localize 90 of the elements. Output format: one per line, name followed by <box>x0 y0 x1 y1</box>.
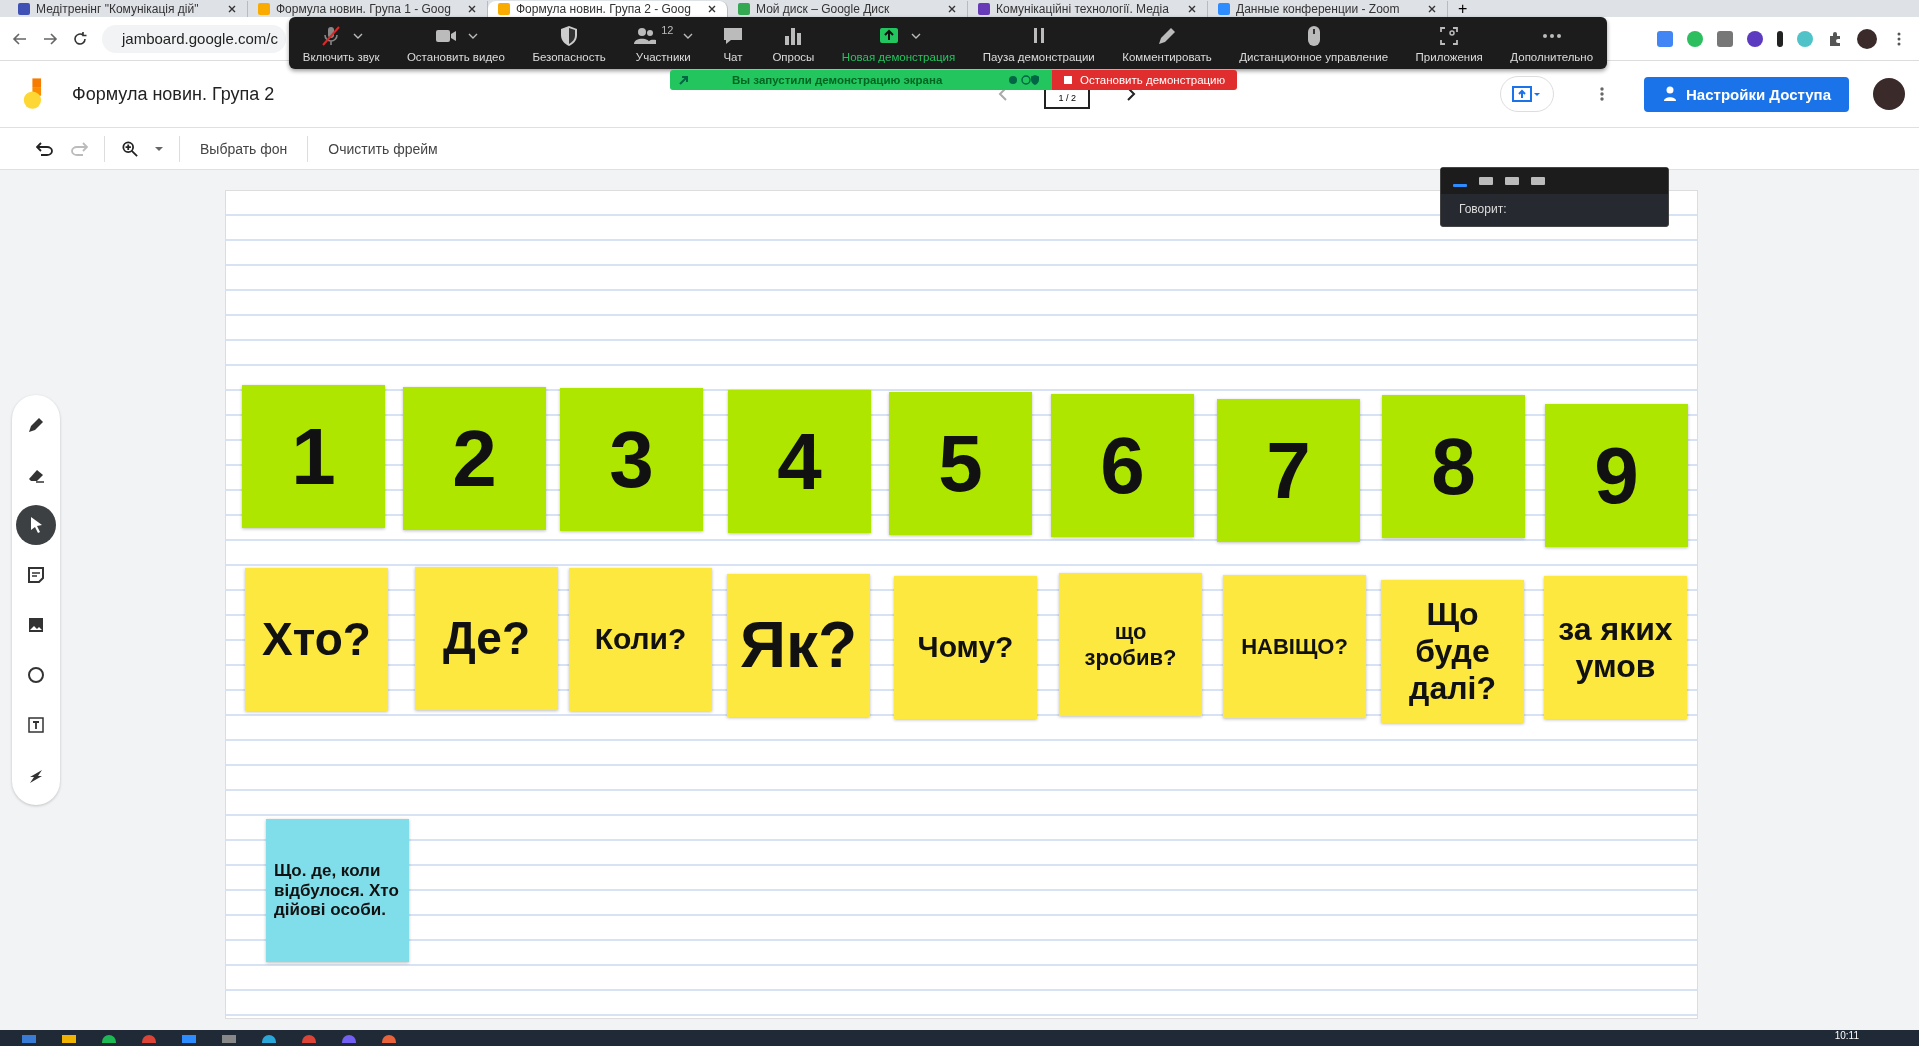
speaker-label: Говорит: <box>1458 201 1508 216</box>
meeting-control[interactable]: Чат <box>720 23 745 63</box>
taskbar-app-icon[interactable] <box>342 1035 356 1043</box>
favicon-icon <box>738 3 750 15</box>
sticky-note[interactable]: Як? <box>727 574 870 717</box>
sticky-note[interactable]: Що. де, коли відбулося. Хто дійові особи. <box>266 819 409 962</box>
extension-icon[interactable] <box>1747 30 1763 47</box>
sticky-note[interactable]: Коли? <box>569 568 712 711</box>
address-field[interactable]: jamboard.google.com/c <box>102 24 286 53</box>
caret-icon[interactable] <box>910 32 921 39</box>
stop-icon <box>1064 76 1072 84</box>
close-icon[interactable] <box>1187 4 1197 14</box>
sticky-note[interactable]: НАВІЩО? <box>1223 575 1366 718</box>
close-icon[interactable] <box>227 4 237 14</box>
arrow-icon <box>678 74 690 86</box>
avatar[interactable] <box>1857 28 1877 49</box>
sticky-note[interactable]: за яких умов <box>1544 576 1687 719</box>
favicon-icon <box>978 3 990 15</box>
taskbar-app-icon[interactable] <box>102 1035 116 1043</box>
meeting-control[interactable]: Опросы <box>772 23 815 63</box>
sticky-note[interactable]: 2 <box>403 387 546 530</box>
meeting-control[interactable]: 12 Участники <box>633 23 694 63</box>
favicon-icon <box>18 3 30 15</box>
sticky-note[interactable]: Чому? <box>894 576 1037 719</box>
more-icon <box>1541 32 1562 39</box>
sticky-note[interactable]: Хто? <box>245 568 388 711</box>
caret-icon[interactable] <box>353 32 364 39</box>
share-button[interactable]: Настройки Доступа <box>1644 76 1849 112</box>
sticky-note[interactable]: 5 <box>889 392 1032 535</box>
close-icon[interactable] <box>707 4 717 14</box>
favicon-icon <box>498 3 510 15</box>
sticky-note[interactable]: 6 <box>1051 394 1194 537</box>
meeting-control[interactable]: Комментировать <box>1122 23 1212 63</box>
back-icon[interactable] <box>12 30 28 47</box>
taskbar-app-icon[interactable] <box>302 1035 316 1043</box>
meeting-control[interactable]: Включить звук <box>302 23 380 63</box>
taskbar-app-icon[interactable] <box>262 1035 276 1043</box>
toolbar-button[interactable]: Очистить фрейм <box>324 136 442 161</box>
sticky-note[interactable]: Що буде далі? <box>1381 580 1524 723</box>
sticky-note[interactable]: 7 <box>1217 399 1360 542</box>
close-icon[interactable] <box>947 4 957 14</box>
reload-icon[interactable] <box>72 30 88 47</box>
browser-tab[interactable]: Формула новин. Група 2 - Goog <box>488 1 728 17</box>
sticky-note[interactable]: 9 <box>1545 404 1688 547</box>
zoom-in-icon[interactable] <box>121 140 139 157</box>
new-tab-button[interactable]: + <box>1448 1 1478 17</box>
taskbar-app-icon[interactable] <box>382 1035 396 1043</box>
meeting-control[interactable]: Приложения <box>1415 23 1483 63</box>
avatar[interactable] <box>1873 78 1905 110</box>
taskbar-app-icon[interactable] <box>142 1035 156 1043</box>
view-option[interactable] <box>1453 183 1467 187</box>
more-icon[interactable] <box>1600 86 1605 102</box>
puzzle-icon[interactable] <box>1827 30 1843 47</box>
toolbar-button[interactable]: Выбрать фон <box>196 136 292 161</box>
present-button[interactable] <box>1500 76 1555 112</box>
sticky-note[interactable]: 8 <box>1382 395 1525 538</box>
meeting-control[interactable]: Безопасность <box>532 23 606 63</box>
sticky-note[interactable]: 4 <box>728 390 871 533</box>
undo-icon[interactable] <box>36 140 54 157</box>
sticky-note[interactable]: Де? <box>415 567 558 710</box>
sticky-note-icon <box>26 565 46 585</box>
favicon-icon <box>258 3 270 15</box>
circle-icon <box>26 665 46 685</box>
caret-icon[interactable] <box>467 32 478 39</box>
meeting-control[interactable]: Пауза демонстрации <box>982 23 1095 63</box>
favicon-icon <box>1218 3 1230 15</box>
caret-icon[interactable] <box>155 146 163 151</box>
meeting-control[interactable]: Новая демонстрация <box>841 23 956 63</box>
close-icon[interactable] <box>467 4 477 14</box>
tool-button[interactable] <box>16 505 56 545</box>
meeting-control[interactable]: Дополнительно <box>1510 23 1594 63</box>
meeting-control[interactable]: Дистанционное управление <box>1239 23 1389 63</box>
present-icon <box>1512 85 1543 103</box>
sticky-note[interactable]: що зробив? <box>1059 573 1202 716</box>
text-box-icon <box>26 715 46 735</box>
clock: 10:11 <box>1834 1030 1859 1042</box>
meeting-control[interactable]: Остановить видео <box>406 23 505 63</box>
stop-sharing-button[interactable]: Остановить демонстрацию <box>1052 70 1238 90</box>
extension-icon[interactable] <box>1777 30 1783 47</box>
sharing-banner: Вы запустили демонстрацию экрана <box>670 70 1052 90</box>
image-icon <box>26 615 46 635</box>
document-title[interactable]: Формула новин. Група 2 <box>72 83 275 105</box>
sticky-note[interactable]: 1 <box>242 385 385 528</box>
caret-icon[interactable] <box>683 32 694 39</box>
sticky-note[interactable]: 3 <box>560 388 703 531</box>
pen-icon <box>26 415 46 435</box>
participant-count: 12 <box>661 23 674 36</box>
close-icon[interactable] <box>1427 4 1437 14</box>
person-icon <box>1662 85 1679 103</box>
forward-icon[interactable] <box>42 30 58 47</box>
